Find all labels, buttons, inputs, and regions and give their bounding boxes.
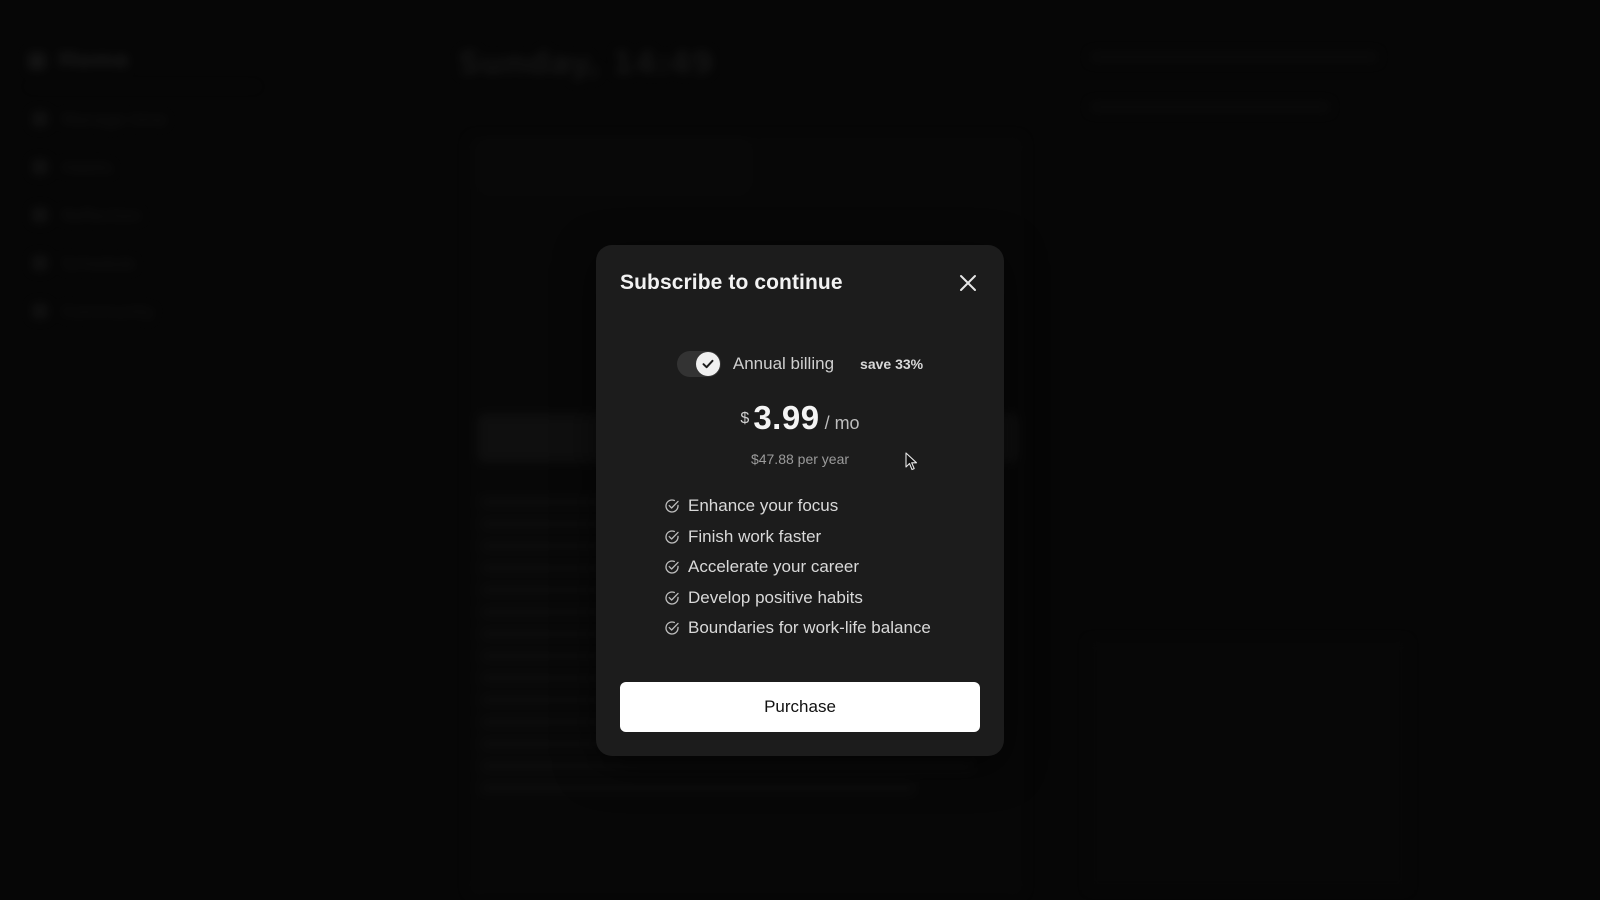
feature-text: Enhance your focus	[688, 496, 839, 516]
modal-title: Subscribe to continue	[620, 271, 843, 294]
close-button[interactable]	[956, 271, 980, 295]
feature-item: Accelerate your career	[664, 552, 931, 583]
feature-item: Develop positive habits	[664, 583, 931, 614]
feature-text: Develop positive habits	[688, 587, 863, 607]
price: $ 3.99 / mo	[596, 399, 1004, 437]
annual-billing-toggle[interactable]	[676, 351, 721, 377]
close-icon	[960, 275, 976, 291]
feature-item: Enhance your focus	[664, 491, 931, 522]
circle-check-icon	[665, 499, 679, 513]
mouse-cursor-icon	[905, 452, 918, 471]
circle-check-icon	[665, 560, 679, 574]
feature-text: Accelerate your career	[688, 557, 860, 577]
circle-check-icon	[665, 530, 679, 544]
purchase-button[interactable]: Purchase	[620, 682, 980, 732]
check-icon	[702, 359, 714, 369]
price-yearly: $47.88 per year	[750, 451, 850, 467]
subscribe-modal: Subscribe to continue Annual billing sav…	[596, 245, 1004, 756]
toggle-knob	[695, 352, 720, 376]
save-badge: save 33%	[860, 356, 924, 372]
billing-toggle-row: Annual billing save 33%	[596, 349, 1004, 379]
circle-check-icon	[665, 621, 679, 635]
feature-item: Finish work faster	[664, 522, 931, 553]
feature-text: Boundaries for work-life balance	[688, 618, 931, 638]
feature-list: Enhance your focus Finish work faster Ac…	[664, 491, 931, 644]
price-currency: $	[740, 410, 750, 427]
feature-text: Finish work faster	[688, 526, 822, 546]
price-period: / mo	[824, 413, 860, 433]
circle-check-icon	[665, 591, 679, 605]
price-amount: 3.99	[753, 399, 820, 436]
feature-item: Boundaries for work-life balance	[664, 613, 931, 644]
billing-label: Annual billing	[732, 354, 835, 373]
